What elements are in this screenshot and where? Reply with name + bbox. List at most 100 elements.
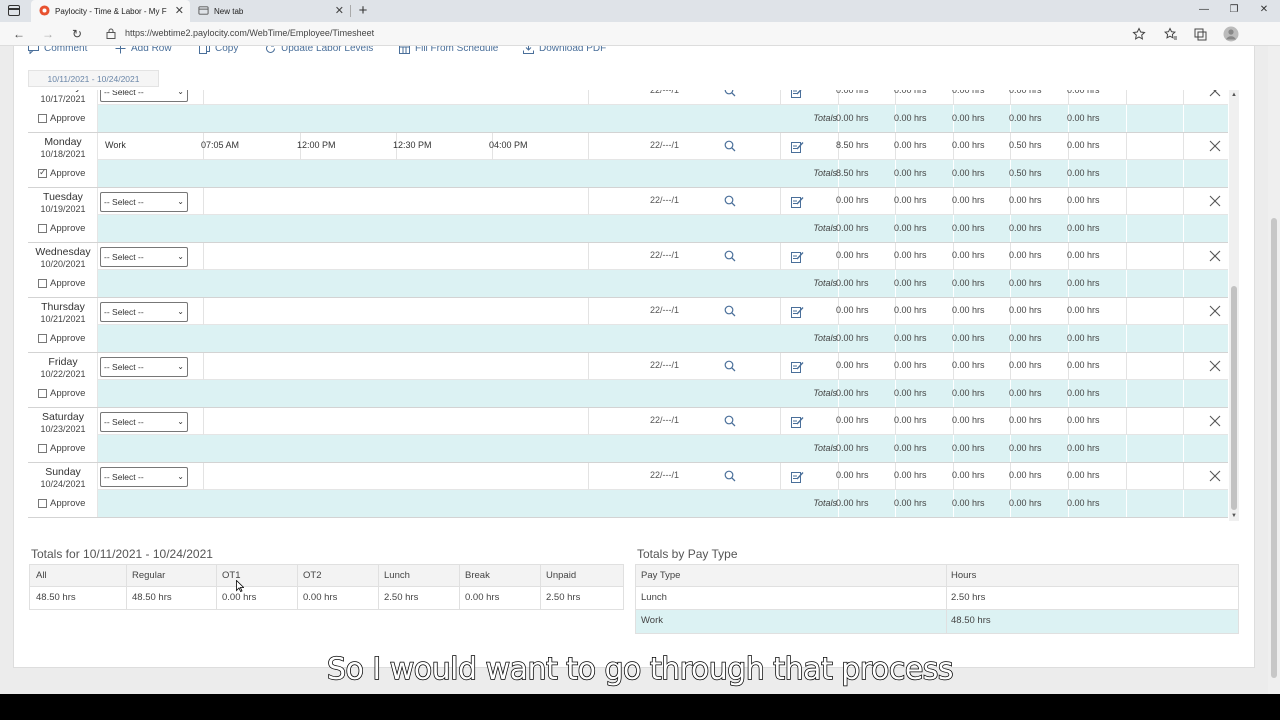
column-header: All <box>36 570 47 581</box>
approve-checkbox[interactable]: Approve <box>38 333 85 344</box>
pay-type-select[interactable]: -- Select -- ⌄ <box>100 192 188 212</box>
edit-note-icon[interactable] <box>791 305 804 318</box>
delete-row-icon[interactable] <box>1209 90 1221 97</box>
search-icon[interactable] <box>724 359 736 372</box>
search-icon[interactable] <box>724 90 736 97</box>
punch-time[interactable]: 12:00 PM <box>297 140 336 150</box>
add-row-button[interactable]: Add Row <box>115 46 172 54</box>
approve-checkbox[interactable]: Approve <box>38 278 85 289</box>
edit-note-icon[interactable] <box>791 250 804 263</box>
day-total-hours: 0.00 hrs <box>1009 223 1042 233</box>
pay-type-select[interactable]: -- Select -- ⌄ <box>100 302 188 322</box>
labor-level-code: 22/---/1 <box>650 90 680 95</box>
approve-checkbox[interactable]: Approve <box>38 498 85 509</box>
restore-icon[interactable]: ❐ <box>1225 2 1243 18</box>
day-row: -- Select -- ⌄ 22/---/1 0.00 hrs 0.00 hrs 0.0… <box>28 408 1228 463</box>
approve-checkbox[interactable]: Approve <box>38 388 85 399</box>
checkbox-box[interactable] <box>38 444 47 453</box>
favorites-icon[interactable] <box>1164 27 1178 41</box>
delete-row-icon[interactable] <box>1209 469 1221 482</box>
search-icon[interactable] <box>724 304 736 317</box>
day-date: 10/18/2021 <box>40 149 86 159</box>
checkbox-box[interactable] <box>38 279 47 288</box>
column-divider <box>1183 188 1184 215</box>
approve-checkbox[interactable]: Approve <box>38 443 85 454</box>
delete-row-icon[interactable] <box>1209 194 1221 207</box>
pay-type-select[interactable]: -- Select -- ⌄ <box>100 247 188 267</box>
day-date: 10/24/2021 <box>40 479 86 489</box>
scroll-down-icon[interactable]: ▼ <box>1229 511 1239 521</box>
punch-time[interactable]: 07:05 AM <box>201 140 239 150</box>
approve-checkbox[interactable]: Approve <box>38 167 85 179</box>
checkbox-box[interactable] <box>38 499 47 508</box>
comment-button[interactable]: Comment <box>28 46 87 54</box>
delete-row-icon[interactable] <box>1209 249 1221 262</box>
approve-checkbox[interactable]: Approve <box>38 113 85 124</box>
url-field[interactable]: https://webtime2.paylocity.com/WebTime/E… <box>125 28 374 38</box>
minimize-icon[interactable]: — <box>1195 2 1213 18</box>
window-close-icon[interactable]: ✕ <box>1255 2 1273 18</box>
checkbox-box[interactable] <box>38 389 47 398</box>
punch-time[interactable]: 04:00 PM <box>489 140 528 150</box>
chevron-down-icon: ⌄ <box>177 307 184 316</box>
column-divider <box>780 90 781 105</box>
grid-scroll-thumb[interactable] <box>1231 286 1237 510</box>
new-tab-icon[interactable]: + <box>354 2 372 19</box>
close-tab-icon[interactable]: ✕ <box>175 4 184 18</box>
edit-note-icon[interactable] <box>791 90 804 98</box>
checkbox-box[interactable] <box>38 114 47 123</box>
search-icon[interactable] <box>724 139 736 152</box>
edit-note-icon[interactable] <box>791 195 804 208</box>
edit-note-icon[interactable] <box>791 470 804 483</box>
update-labor-levels-button[interactable]: Update Labor Levels <box>265 46 373 54</box>
page-scrollbar[interactable] <box>1268 46 1280 694</box>
copy-button[interactable]: Copy <box>199 46 238 54</box>
pay-type-value[interactable]: Work <box>105 140 126 150</box>
close-tab-icon[interactable]: ✕ <box>335 4 344 18</box>
row-hours-value: 0.00 hrs <box>1067 195 1100 205</box>
tab-paylocity[interactable]: Paylocity - Time & Labor - My F ✕ <box>31 0 190 22</box>
favorite-star-icon[interactable] <box>1132 27 1146 41</box>
delete-row-icon[interactable] <box>1209 139 1221 152</box>
column-divider <box>780 298 781 325</box>
pay-type-cell: Work <box>641 615 663 626</box>
pay-type-totals-table: Pay Type Hours Lunch 2.50 hrs Work 48.50 hrs <box>635 564 1239 634</box>
fill-from-schedule-button[interactable]: Fill From Schedule <box>399 46 498 54</box>
tab-actions-icon[interactable] <box>8 5 20 16</box>
pay-type-select[interactable]: -- Select -- ⌄ <box>100 357 188 377</box>
search-icon[interactable] <box>724 194 736 207</box>
grid-scrollbar[interactable]: ▲ ▼ <box>1229 90 1239 521</box>
download-pdf-button[interactable]: Download PDF <box>523 46 606 54</box>
tab-new-tab[interactable]: New tab ✕ <box>190 0 350 22</box>
delete-row-icon[interactable] <box>1209 359 1221 372</box>
reload-icon[interactable]: ↻ <box>69 26 85 42</box>
profile-avatar-icon[interactable] <box>1223 26 1239 42</box>
edit-note-icon[interactable] <box>791 415 804 428</box>
pay-type-totals-title: Totals by Pay Type <box>637 547 738 561</box>
checkbox-box[interactable] <box>38 224 47 233</box>
pay-type-select[interactable]: -- Select -- ⌄ <box>100 90 188 102</box>
search-icon[interactable] <box>724 414 736 427</box>
pay-type-select[interactable]: -- Select -- ⌄ <box>100 412 188 432</box>
pay-period-date-range[interactable]: 10/11/2021 - 10/24/2021 <box>28 70 159 87</box>
page-scroll-thumb[interactable] <box>1271 218 1277 678</box>
row-hours-value: 0.00 hrs <box>1067 140 1100 150</box>
search-icon[interactable] <box>724 249 736 262</box>
approve-checkbox[interactable]: Approve <box>38 223 85 234</box>
back-icon[interactable]: ← <box>11 26 27 42</box>
checkbox-box[interactable] <box>38 334 47 343</box>
search-icon[interactable] <box>724 469 736 482</box>
edit-note-icon[interactable] <box>791 140 804 153</box>
pay-type-select[interactable]: -- Select -- ⌄ <box>100 467 188 487</box>
checkbox-box[interactable] <box>38 167 47 178</box>
collections-icon[interactable] <box>1193 27 1207 41</box>
scroll-up-icon[interactable]: ▲ <box>1229 90 1239 100</box>
edit-note-icon[interactable] <box>791 360 804 373</box>
delete-row-icon[interactable] <box>1209 414 1221 427</box>
period-totals-header: All Regular OT1 OT2 Lunch Break Unpaid <box>30 565 623 587</box>
forward-icon[interactable]: → <box>40 26 56 42</box>
punch-time[interactable]: 12:30 PM <box>393 140 432 150</box>
lock-icon[interactable] <box>106 28 116 39</box>
column-divider <box>1126 298 1127 325</box>
delete-row-icon[interactable] <box>1209 304 1221 317</box>
